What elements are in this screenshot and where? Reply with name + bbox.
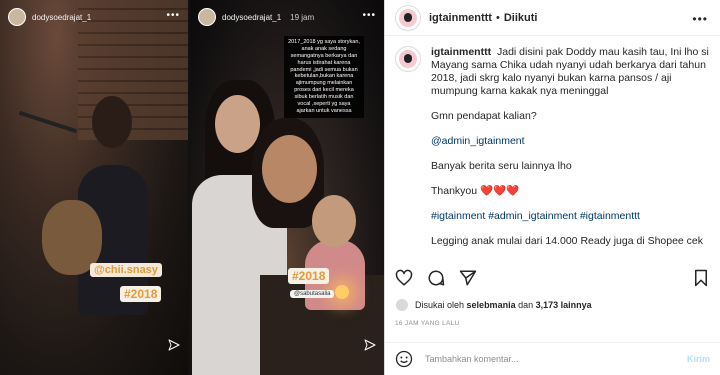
bookmark-icon[interactable] — [692, 269, 710, 287]
caption-question: Gmn pendapat kalian? — [431, 110, 537, 122]
candle-light — [335, 285, 349, 299]
post-header: igtainmenttt • Diikuti ••• — [385, 0, 720, 36]
story-header-2: dodysoedrajat_1 19 jam — [198, 8, 314, 26]
separator-dot: • — [495, 11, 500, 24]
send-icon-2 — [364, 339, 376, 351]
story-time: 19 jam — [290, 12, 315, 22]
caption-thanks-line: Thankyou ❤️❤️❤️ — [431, 185, 712, 198]
post-sidebar: igtainmenttt • Diikuti ••• igtainmenttt … — [384, 0, 720, 375]
avatar[interactable] — [395, 4, 421, 31]
caption-hashtags[interactable]: #igtainment #admin_igtainment #igtainmen… — [431, 210, 712, 223]
story-overlay-text: 2017_2018 yg saya storykan, anak anak se… — [284, 36, 364, 118]
story-avatar-2 — [198, 8, 216, 26]
girl-face — [262, 135, 317, 203]
caption-username[interactable]: igtainmenttt — [431, 46, 491, 58]
more-icon[interactable]: ••• — [692, 12, 708, 26]
share-icon[interactable] — [459, 269, 477, 287]
story-avatar — [8, 8, 26, 26]
story-screenshot-1: dodysoedrajat_1 ••• @chii.snasy #2018 — [0, 0, 188, 375]
story-year-sticker-2: #2018 — [288, 268, 330, 284]
post-media[interactable]: dodysoedrajat_1 ••• @chii.snasy #2018 do… — [0, 0, 384, 375]
liker-username[interactable]: selebmania — [467, 300, 516, 310]
caption-avatar[interactable] — [395, 46, 421, 72]
caption-thanks: Thankyou — [431, 185, 478, 197]
heart-emojis: ❤️❤️❤️ — [480, 185, 520, 197]
story-username-2: dodysoedrajat_1 — [222, 12, 282, 22]
post-comment-button[interactable]: Kirim — [687, 354, 710, 364]
likes-prefix: Disukai oleh — [415, 300, 465, 310]
following-button[interactable]: Diikuti — [504, 12, 538, 24]
post-timestamp[interactable]: 16 JAM YANG LALU — [395, 320, 460, 327]
story-more-icon-2: ••• — [362, 10, 376, 21]
story-year-sticker: #2018 — [120, 286, 162, 302]
caption-body: igtainmenttt Jadi disini pak Doddy mau k… — [431, 46, 712, 256]
comment-bar: Kirim — [385, 342, 720, 375]
microphone-stand — [18, 110, 78, 134]
person-face — [215, 95, 260, 153]
story-username: dodysoedrajat_1 — [32, 12, 92, 22]
likes-connector: dan — [518, 300, 534, 310]
send-icon — [168, 339, 180, 351]
caption-more-news: Banyak berita seru lainnya lho — [431, 160, 572, 172]
story-header: dodysoedrajat_1 — [8, 8, 91, 26]
caption-mention-link[interactable]: @admin_igtainment — [431, 135, 712, 148]
likes-line: Disukai oleh selebmania dan 3,173 lainny… — [395, 298, 592, 312]
story-handle-sticker: @chii.snasy — [90, 263, 162, 277]
emoji-icon[interactable] — [395, 350, 413, 368]
likes-count[interactable]: 3,173 lainnya — [536, 300, 592, 310]
story-mention-sticker: @sabutasalia — [290, 290, 335, 298]
post-caption: igtainmenttt Jadi disini pak Doddy mau k… — [395, 46, 712, 256]
child-face — [312, 195, 356, 247]
heart-icon[interactable] — [395, 269, 413, 287]
caption-promo: Legging anak mulai dari 14.000 Ready jug… — [431, 235, 704, 247]
singer-head — [92, 96, 132, 148]
header-username[interactable]: igtainmenttt — [429, 12, 492, 24]
comment-icon[interactable] — [427, 269, 445, 287]
comment-input[interactable] — [425, 354, 687, 364]
liker-avatar[interactable] — [395, 298, 409, 312]
story-more-icon: ••• — [166, 10, 180, 21]
action-bar — [395, 266, 710, 290]
